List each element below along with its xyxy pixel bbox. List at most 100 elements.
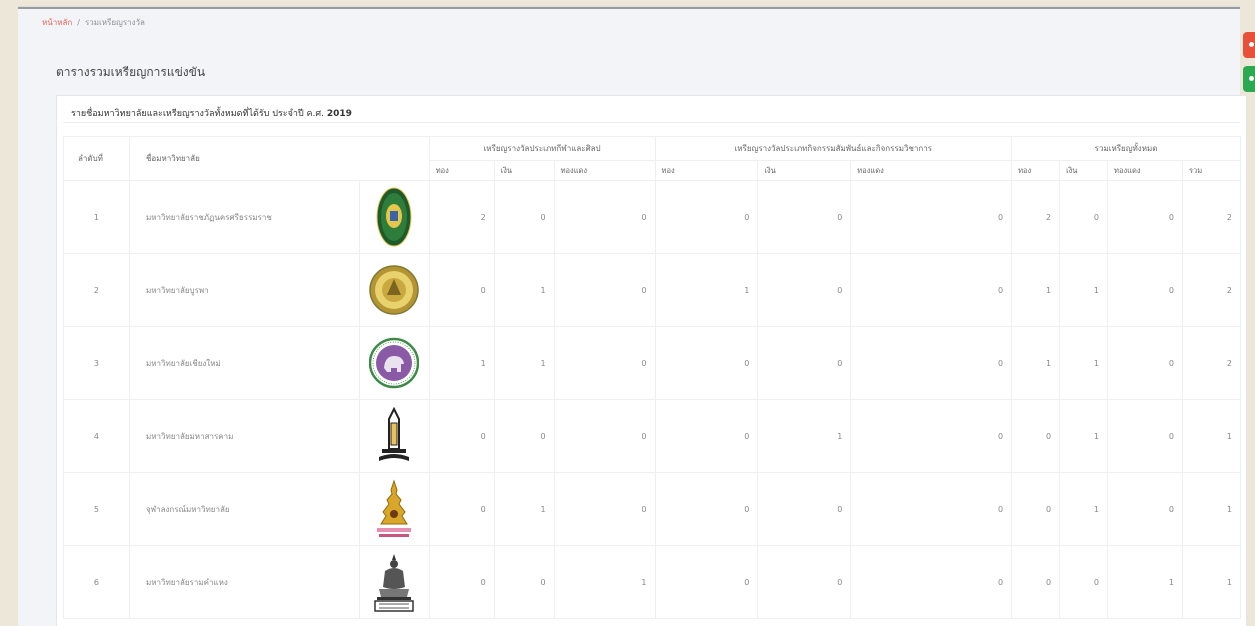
medal-table-card: รายชื่อมหาวิทยาลัยและเหรียญรางวัลทั้งหมด… (56, 95, 1247, 626)
breadcrumb-home-link[interactable]: หน้าหลัก (42, 18, 72, 27)
page-title: ตารางรวมเหรียญการแข่งขัน (56, 65, 206, 79)
table-row: 4 มหาวิทยาลัยมหาสารคาม 0 0 0 0 1 0 0 1 0… (63, 399, 1242, 473)
medal-table: ลำดับที่ ชื่อมหาวิทยาลัย เหรียญรางวัลประ… (63, 136, 1242, 619)
card-title: รายชื่อมหาวิทยาลัยและเหรียญรางวัลทั้งหมด… (71, 106, 352, 120)
total-bronze: 0 (1107, 180, 1183, 254)
seated-figure-logo (374, 554, 414, 612)
activity-bronze: 0 (850, 180, 1013, 254)
col-header-university[interactable]: ชื่อมหาวิทยาลัย (128, 136, 430, 181)
total-all: 1 (1181, 545, 1242, 619)
total-all: 1 (1181, 472, 1242, 546)
row-university-name: มหาวิทยาลัยมหาสารคาม (128, 399, 360, 473)
total-gold: 1 (1011, 253, 1061, 327)
activity-silver: 0 (757, 180, 852, 254)
total-bronze: 1 (1107, 545, 1183, 619)
sports-bronze: 0 (553, 399, 656, 473)
activity-bronze: 0 (850, 399, 1013, 473)
total-bronze: 0 (1107, 253, 1183, 327)
group-header-sports-arts: เหรียญรางวัลประเภทกีฬาและศิลป (428, 136, 656, 161)
activity-bronze: 0 (850, 326, 1013, 400)
activity-silver: 0 (757, 545, 852, 619)
total-bronze: 0 (1107, 472, 1183, 546)
sports-bronze: 0 (553, 326, 656, 400)
subheader-silver: เงิน (493, 160, 555, 181)
activity-silver: 0 (757, 472, 852, 546)
row-rank: 4 (63, 399, 130, 473)
table-row: 2 มหาวิทยาลัยบูรพา 0 1 0 1 0 0 1 1 0 2 (63, 253, 1242, 327)
activity-gold: 0 (654, 180, 759, 254)
gold-seal-logo (369, 265, 419, 315)
card-title-year: 2019 (326, 109, 352, 119)
total-all: 1 (1181, 399, 1242, 473)
total-gold: 1 (1011, 326, 1061, 400)
tower-emblem-logo (379, 406, 410, 461)
table-row: 1 มหาวิทยาลัยราชภัฏนครศรีธรรมราช 2 0 0 0… (63, 180, 1242, 254)
subheader-bronze: ทองแดง (1107, 160, 1183, 181)
activity-gold: 0 (654, 399, 759, 473)
table-row: 6 มหาวิทยาลัยรามคำแหง 0 0 1 0 0 0 0 0 1 … (63, 545, 1242, 619)
row-university-name: มหาวิทยาลัยบูรพา (128, 253, 360, 327)
crown-emblem-logo (377, 479, 412, 537)
group-header-activities: เหรียญรางวัลประเภทกิจกรรมสัมพันธ์และกิจก… (654, 136, 1013, 161)
total-all: 2 (1181, 180, 1242, 254)
activity-bronze: 0 (850, 545, 1013, 619)
top-divider (18, 7, 1240, 9)
total-silver: 0 (1059, 180, 1109, 254)
sports-bronze: 0 (553, 472, 656, 546)
sports-gold: 0 (428, 545, 495, 619)
app-window: หน้าหลัก / รวมเหรียญรางวัล ตารางรวมเหรียญก… (18, 6, 1247, 626)
activity-silver: 1 (757, 399, 852, 473)
sports-silver: 1 (493, 326, 555, 400)
activity-gold: 0 (654, 545, 759, 619)
total-gold: 0 (1011, 399, 1061, 473)
total-bronze: 0 (1107, 326, 1183, 400)
dot-icon (1249, 76, 1254, 81)
subheader-total: รวม (1181, 160, 1242, 181)
sports-gold: 0 (428, 399, 495, 473)
row-rank: 6 (63, 545, 130, 619)
total-all: 2 (1181, 253, 1242, 327)
subheader-bronze: ทองแดง (850, 160, 1013, 181)
total-gold: 0 (1011, 472, 1061, 546)
activity-bronze: 0 (850, 253, 1013, 327)
sports-bronze: 0 (553, 180, 656, 254)
sports-bronze: 0 (553, 253, 656, 327)
table-row: 3 มหาวิทยาลัยเชียงใหม่ 1 1 0 0 0 0 1 1 0… (63, 326, 1242, 400)
row-rank: 3 (63, 326, 130, 400)
sports-gold: 0 (428, 253, 495, 327)
table-row: 5 จุฬาลงกรณ์มหาวิทยาลัย 0 1 0 0 0 0 0 1 … (63, 472, 1242, 546)
sports-gold: 1 (428, 326, 495, 400)
breadcrumb-current: รวมเหรียญรางวัล (84, 18, 145, 27)
activity-bronze: 0 (850, 472, 1013, 546)
sports-silver: 0 (493, 399, 555, 473)
subheader-gold: ทอง (654, 160, 759, 181)
subheader-silver: เงิน (1059, 160, 1109, 181)
green-seal-logo (376, 187, 412, 247)
side-action-button-red[interactable] (1243, 32, 1255, 58)
row-university-name: มหาวิทยาลัยรามคำแหง (128, 545, 360, 619)
total-silver: 1 (1059, 399, 1109, 473)
total-bronze: 0 (1107, 399, 1183, 473)
group-header-total: รวมเหรียญทั้งหมด (1011, 136, 1241, 161)
card-title-text: รายชื่อมหาวิทยาลัยและเหรียญรางวัลทั้งหมด… (71, 109, 324, 119)
sports-gold: 2 (428, 180, 495, 254)
row-university-name: มหาวิทยาลัยเชียงใหม่ (128, 326, 360, 400)
breadcrumb: หน้าหลัก / รวมเหรียญรางวัล (42, 16, 145, 29)
subheader-gold: ทอง (428, 160, 495, 181)
subheader-bronze: ทองแดง (553, 160, 656, 181)
subheader-gold: ทอง (1011, 160, 1061, 181)
total-silver: 1 (1059, 326, 1109, 400)
sports-silver: 0 (493, 180, 555, 254)
activity-gold: 1 (654, 253, 759, 327)
sports-silver: 1 (493, 253, 555, 327)
activity-gold: 0 (654, 326, 759, 400)
col-header-rank[interactable]: ลำดับที่ (63, 136, 130, 181)
activity-silver: 0 (757, 253, 852, 327)
activity-silver: 0 (757, 326, 852, 400)
total-silver: 1 (1059, 472, 1109, 546)
side-action-button-green[interactable] (1243, 66, 1255, 92)
row-university-name: จุฬาลงกรณ์มหาวิทยาลัย (128, 472, 360, 546)
sports-silver: 1 (493, 472, 555, 546)
total-silver: 1 (1059, 253, 1109, 327)
total-gold: 2 (1011, 180, 1061, 254)
